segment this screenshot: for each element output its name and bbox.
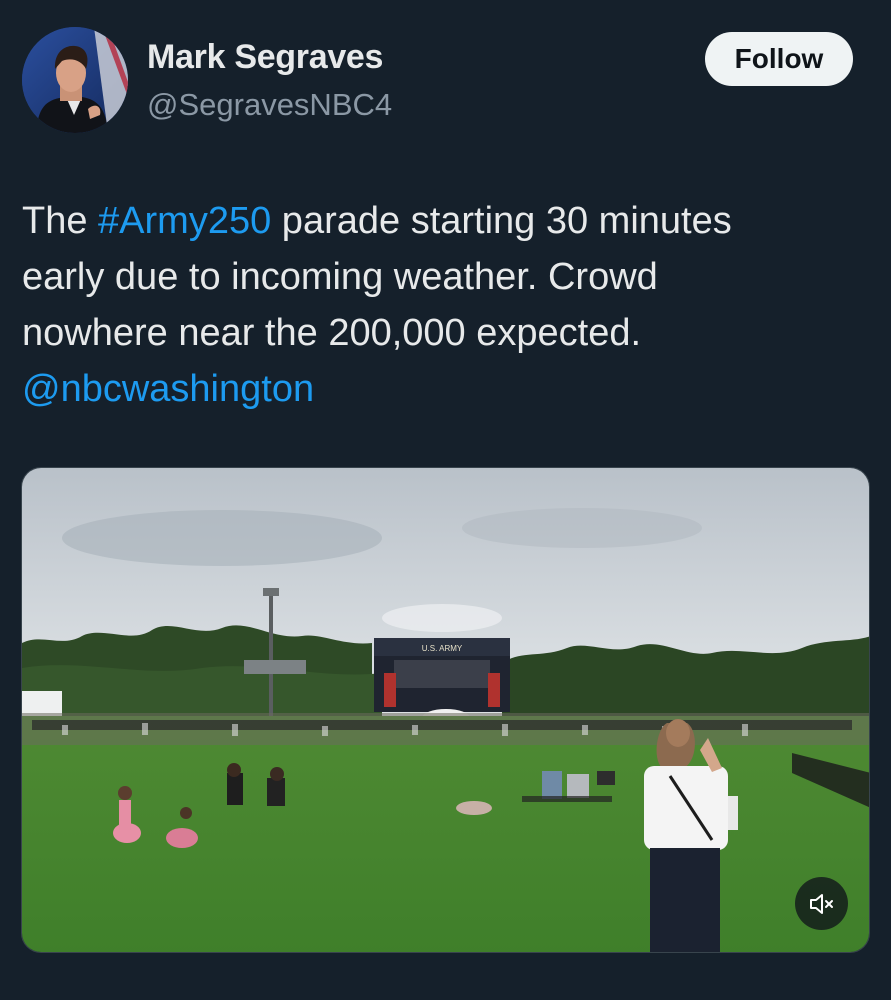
stage-banner-text: U.S. ARMY [422, 644, 463, 653]
tweet-line-3: nowhere near the 200,000 expected. [22, 312, 642, 354]
video-player[interactable]: U.S. ARMY [21, 467, 870, 953]
author-name[interactable]: Mark Segraves [147, 38, 383, 77]
mention-link[interactable]: @nbcwashington [22, 368, 314, 410]
tweet-line-1: The #Army250 parade starting 30 minutes [22, 193, 852, 249]
tweet-line-2: early due to incoming weather. Crowd [22, 256, 658, 298]
author-handle[interactable]: @SegravesNBC4 [147, 87, 392, 123]
tweet-text-segment: The [22, 200, 99, 242]
tweet-text-segment: parade starting 30 minutes [271, 200, 732, 242]
tweet-line-4: @nbcwashington [22, 361, 852, 417]
follow-button[interactable]: Follow [705, 32, 853, 86]
avatar-image [22, 27, 128, 133]
mute-toggle-button[interactable] [795, 877, 848, 930]
hashtag-link[interactable]: #Army250 [98, 200, 271, 242]
author-avatar[interactable] [22, 27, 128, 133]
tweet-card: Mark Segraves @SegravesNBC4 Follow The #… [0, 0, 891, 1000]
tweet-text: The #Army250 parade starting 30 minutes … [22, 193, 852, 417]
speaker-muted-icon [809, 893, 833, 914]
video-frame: U.S. ARMY [22, 468, 869, 952]
